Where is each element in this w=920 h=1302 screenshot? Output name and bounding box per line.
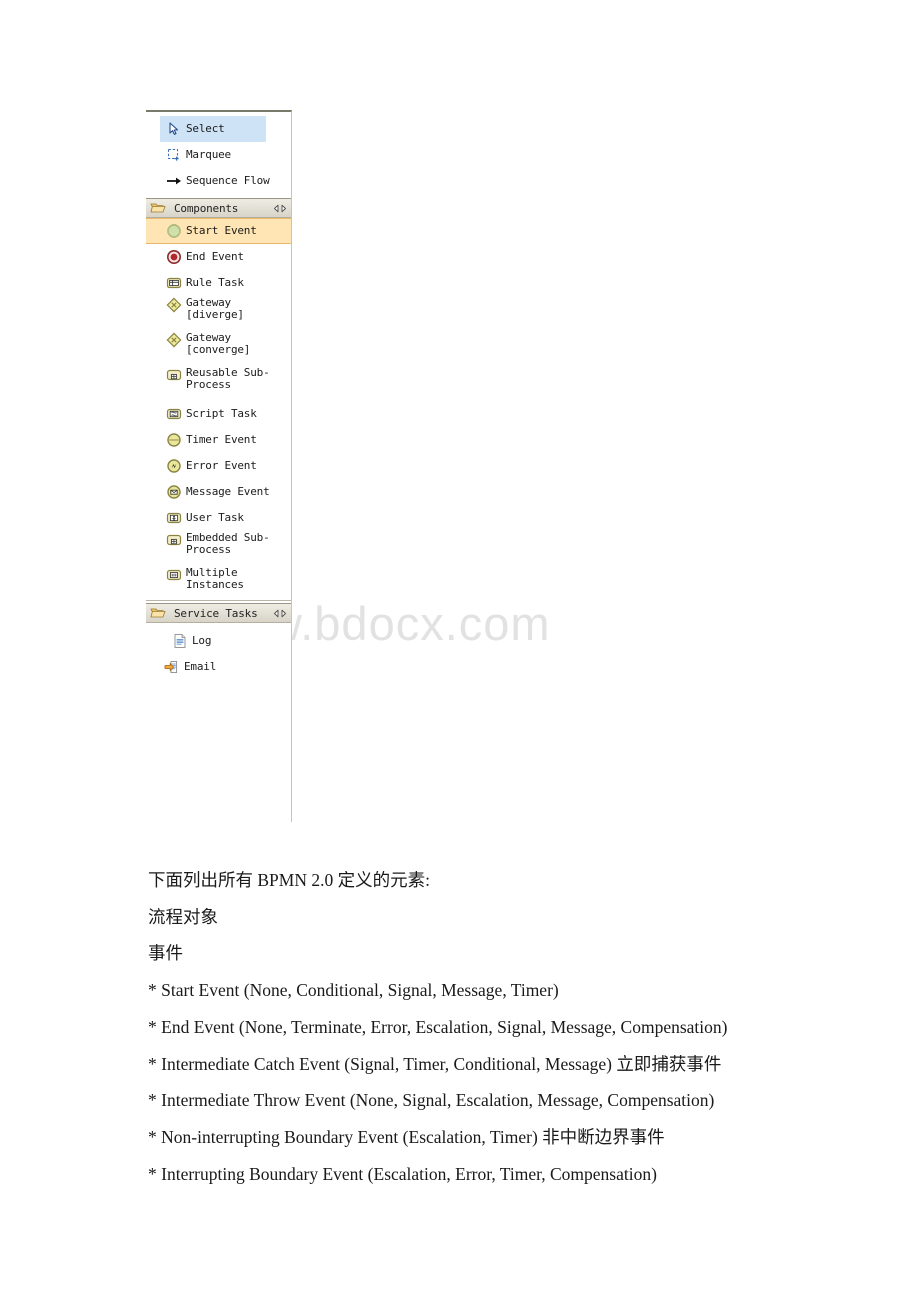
palette-section-title: Components <box>174 201 239 215</box>
palette-tool-label: Marquee <box>186 148 231 161</box>
palette-item-label: Timer Event <box>186 433 257 446</box>
palette-item-script-task[interactable]: Script Task <box>146 401 291 427</box>
email-arrow-icon <box>164 659 180 675</box>
palette-item-timer-event[interactable]: Timer Event <box>146 427 291 453</box>
open-folder-icon <box>150 605 166 621</box>
palette-item-label: Reusable Sub- Process <box>186 366 270 391</box>
bpmn-palette-panel: Select Marquee Sequence Flow Components … <box>146 110 292 822</box>
palette-item-message-event[interactable]: Message Event <box>146 479 291 505</box>
palette-item-label: Message Event <box>186 485 270 498</box>
end-event-circle-icon <box>166 249 182 265</box>
start-event-circle-icon <box>166 223 182 239</box>
doc-line: * End Event (None, Terminate, Error, Esc… <box>148 1016 728 1037</box>
doc-line: * Intermediate Throw Event (None, Signal… <box>148 1090 715 1111</box>
palette-item-gateway-diverge[interactable]: Gateway [diverge] <box>146 296 291 323</box>
error-event-icon <box>166 458 182 474</box>
palette-item-label: Multiple Instances <box>186 566 244 591</box>
palette-item-user-task[interactable]: User Task <box>146 505 291 531</box>
doc-line: 事件 <box>148 943 183 964</box>
palette-item-embedded-subprocess[interactable]: Embedded Sub- Process <box>146 531 291 558</box>
palette-section-header-components[interactable]: Components <box>146 198 291 218</box>
palette-section-header-service-tasks[interactable]: Service Tasks <box>146 603 291 623</box>
arrow-right-icon <box>166 173 182 189</box>
palette-item-log[interactable]: Log <box>146 628 291 654</box>
gateway-diamond-icon <box>166 297 182 313</box>
palette-tool-sequence-flow[interactable]: Sequence Flow <box>146 168 291 194</box>
cursor-arrow-icon <box>166 121 182 137</box>
palette-section-items-components: Start Event End Event Rule Task Gateway … <box>146 218 291 593</box>
doc-line: 流程对象 <box>148 906 218 927</box>
document-body: 下面列出所有 BPMN 2.0 定义的元素: 流程对象 事件 * Start E… <box>148 862 848 1192</box>
gateway-diamond-icon <box>166 332 182 348</box>
palette-tool-marquee[interactable]: Marquee <box>146 142 291 168</box>
palette-section-items-service-tasks: Log Email <box>146 628 291 680</box>
doc-line: 下面列出所有 BPMN 2.0 定义的元素: <box>148 870 430 890</box>
doc-line: * Start Event (None, Conditional, Signal… <box>148 980 559 1001</box>
palette-tool-label: Sequence Flow <box>186 174 270 187</box>
message-event-icon <box>166 484 182 500</box>
palette-item-label: Log <box>192 634 212 647</box>
palette-item-label: Gateway [converge] <box>186 331 251 356</box>
palette-item-rule-task[interactable]: Rule Task <box>146 270 291 296</box>
timer-event-icon <box>166 432 182 448</box>
doc-line: * Intermediate Catch Event (Signal, Time… <box>148 1053 722 1074</box>
rule-task-icon <box>166 275 182 291</box>
palette-item-label: Gateway [diverge] <box>186 296 244 321</box>
palette-section-title: Service Tasks <box>174 606 258 620</box>
palette-item-label: Script Task <box>186 407 257 420</box>
palette-item-start-event[interactable]: Start Event <box>146 218 291 244</box>
palette-item-label: Error Event <box>186 459 257 472</box>
collapse-arrows-icon[interactable] <box>273 608 286 619</box>
palette-tool-label: Select <box>186 122 225 135</box>
palette-item-end-event[interactable]: End Event <box>146 244 291 270</box>
palette-item-reusable-subprocess[interactable]: Reusable Sub- Process <box>146 366 291 393</box>
reusable-subprocess-icon <box>166 367 182 383</box>
palette-tool-select[interactable]: Select <box>160 116 266 142</box>
doc-line: * Non-interrupting Boundary Event (Escal… <box>148 1126 665 1147</box>
embedded-subprocess-icon <box>166 532 182 548</box>
collapse-arrows-icon[interactable] <box>273 203 286 214</box>
multiple-instances-icon <box>166 567 182 583</box>
palette-item-label: End Event <box>186 250 244 263</box>
palette-item-label: Email <box>184 660 217 673</box>
script-task-icon <box>166 406 182 422</box>
doc-line: * Interrupting Boundary Event (Escalatio… <box>148 1163 657 1184</box>
palette-item-gateway-converge[interactable]: Gateway [converge] <box>146 331 291 358</box>
open-folder-icon <box>150 200 166 216</box>
palette-item-label: User Task <box>186 511 244 524</box>
palette-divider <box>146 600 291 601</box>
palette-item-label: Start Event <box>186 224 257 237</box>
log-document-icon <box>172 633 188 649</box>
palette-item-email[interactable]: Email <box>146 654 291 680</box>
palette-item-label: Embedded Sub- Process <box>186 531 270 556</box>
marquee-dashed-box-icon <box>166 147 182 163</box>
palette-item-label: Rule Task <box>186 276 244 289</box>
palette-tools-group: Select Marquee Sequence Flow <box>146 116 291 194</box>
palette-item-error-event[interactable]: Error Event <box>146 453 291 479</box>
palette-item-multiple-instances[interactable]: Multiple Instances <box>146 566 291 593</box>
user-task-icon <box>166 510 182 526</box>
